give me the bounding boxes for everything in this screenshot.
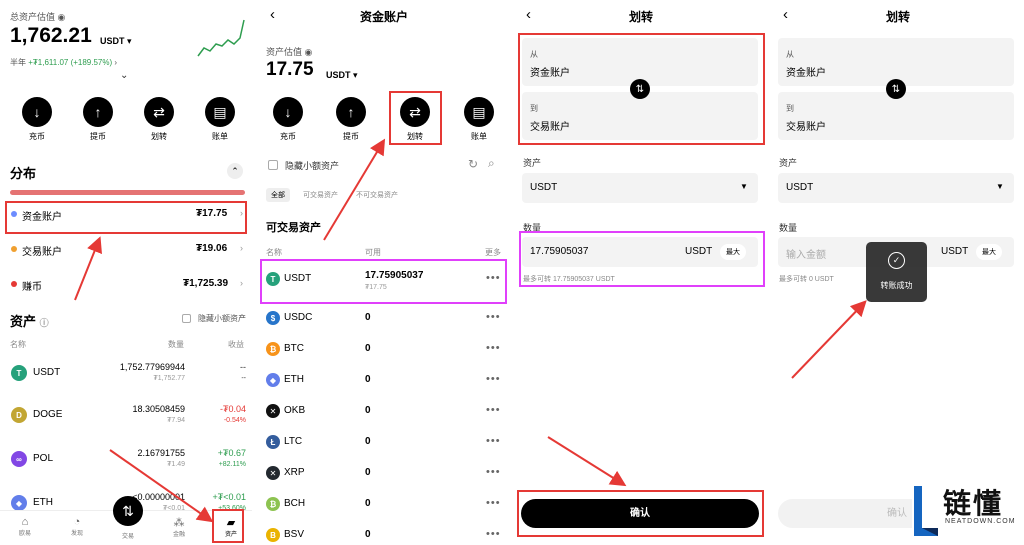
transfer-success-panel: ‹ 划转 从 资金账户 到 交易账户 ⇅ 资产 USDT ▼ 数量 输入金额 U… — [772, 0, 1024, 545]
watermark-logo: 链懂 NEATDOWN.COM — [912, 476, 1024, 545]
assets-overview-panel: 总资产估值 ◉ 1,762.21 USDT ▾ 半年 +₮1,611.07 (+… — [0, 0, 252, 545]
logo-l-icon — [914, 486, 938, 536]
annotation-arrows — [547, 436, 627, 487]
annotation-arrows — [791, 300, 867, 379]
annotation-arrows — [323, 138, 386, 241]
funding-account-panel: ‹ 资金账户 资产估值 ◉ 17.75 USDT ▾ ↓ 充币 ↑ 提币 ⇄ 划… — [258, 0, 510, 545]
annotation-arrows — [74, 236, 214, 523]
logo-url: NEATDOWN.COM — [945, 518, 1016, 525]
transfer-panel: ‹ 划转 从 资金账户 到 交易账户 ⇅ 资产 USDT ▼ 数量 17.759… — [515, 0, 767, 545]
logo-text: 链懂 — [943, 488, 1004, 519]
